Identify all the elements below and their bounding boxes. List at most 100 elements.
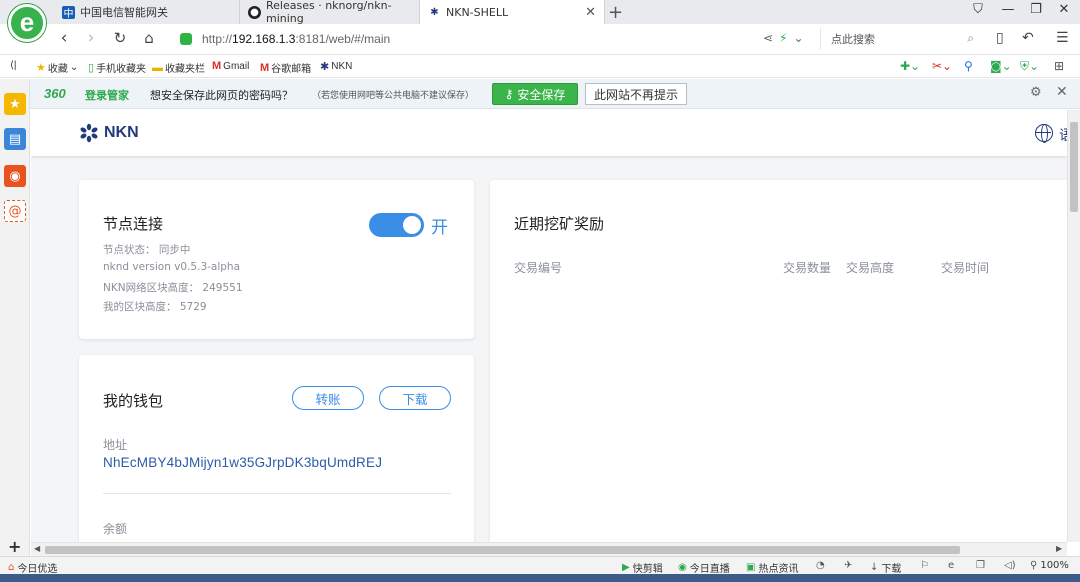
horizontal-scrollbar[interactable]: ◀ ▶ bbox=[31, 542, 1067, 556]
back-button[interactable]: ‹ bbox=[53, 28, 75, 48]
refresh-button[interactable]: ↻ bbox=[109, 29, 131, 47]
wallet-title: 我的钱包 bbox=[103, 392, 164, 410]
360-logo: 360 bbox=[44, 86, 66, 101]
public-pc-note: （若您使用网吧等公共电脑不建议保存） bbox=[312, 91, 475, 101]
bookmark-gmail[interactable]: M Gmail bbox=[212, 60, 249, 72]
gift-icon: ⌂ bbox=[8, 562, 15, 573]
gmail-icon: M bbox=[212, 60, 222, 72]
search-input[interactable]: 点此搜索 ⌕ bbox=[820, 28, 980, 50]
language-label[interactable]: 语 bbox=[1059, 125, 1067, 145]
bookmark-favorites[interactable]: ★ 收藏 ⌄ bbox=[36, 60, 78, 75]
safe-save-button[interactable]: ⚷ 安全保存 bbox=[492, 83, 578, 105]
weibo-icon[interactable]: ◉ bbox=[4, 165, 26, 187]
forward-button[interactable]: › bbox=[80, 28, 102, 48]
share-icon[interactable]: ⋖⚡⌄ bbox=[763, 31, 810, 45]
folder-icon: ▬ bbox=[152, 61, 163, 74]
pin-icon[interactable]: ✈ bbox=[844, 560, 852, 571]
transfer-button[interactable]: 转账 bbox=[292, 386, 364, 410]
tab-label: 中国电信智能网关 bbox=[80, 6, 168, 19]
gear-icon[interactable]: ⚙ bbox=[1030, 85, 1042, 100]
horizontal-scroll-thumb[interactable] bbox=[45, 546, 960, 554]
zoom-icon: ⚲ bbox=[1030, 560, 1038, 571]
hot-news[interactable]: ▣ 热点资讯 bbox=[746, 560, 798, 575]
bookmark-nkn[interactable]: ✱ NKN bbox=[320, 60, 352, 73]
column-tx-id: 交易编号 bbox=[514, 261, 563, 275]
globe-icon[interactable] bbox=[1035, 124, 1053, 143]
scissors-icon[interactable]: ✂⌄ bbox=[932, 59, 952, 73]
wallet-card: 我的钱包 转账 下载 地址 NhEcMBY4bJMijyn1w35GJrpDK3… bbox=[79, 355, 474, 542]
mining-rewards-card: 近期挖矿奖励 交易编号 交易数量 交易高度 交易时间 bbox=[490, 180, 1067, 542]
apps-icon[interactable]: ⊞ bbox=[1054, 59, 1064, 73]
tab-nkn-shell[interactable]: ✱ NKN-SHELL ✕ bbox=[420, 0, 605, 24]
translate-icon[interactable]: ✚⌄ bbox=[900, 59, 920, 73]
tab-label: NKN-SHELL bbox=[446, 5, 509, 19]
gmail-icon: M bbox=[260, 61, 270, 74]
ie-icon[interactable]: e bbox=[948, 560, 954, 571]
url-input[interactable]: http:// 192.168.1.3 :8181/web/#/main bbox=[180, 28, 810, 50]
reading-list-icon[interactable]: ▤ bbox=[4, 128, 26, 150]
download-button[interactable]: 下载 bbox=[379, 386, 451, 410]
close-icon[interactable]: ✕ bbox=[585, 5, 596, 20]
nkn-logo[interactable]: NKN bbox=[79, 123, 139, 143]
minimize-icon[interactable]: — bbox=[998, 2, 1018, 17]
close-icon[interactable]: ✕ bbox=[1056, 84, 1068, 100]
toggle-knob bbox=[403, 216, 421, 234]
add-sidebar-button[interactable]: + bbox=[8, 537, 21, 556]
favorites-star-icon[interactable]: ★ bbox=[4, 93, 26, 115]
scroll-left-icon[interactable]: ◀ bbox=[34, 544, 40, 553]
divider bbox=[103, 493, 451, 494]
flag-icon[interactable]: ⚐ bbox=[920, 560, 929, 571]
home-button[interactable]: ⌂ bbox=[138, 29, 160, 47]
window-close-icon[interactable]: ✕ bbox=[1054, 2, 1074, 17]
quick-edit[interactable]: ▶ 快剪辑 bbox=[622, 560, 663, 575]
title-bar: 中 中国电信智能网关 ● Releases · nknorg/nkn-minin… bbox=[0, 0, 1080, 25]
star-icon: ★ bbox=[36, 62, 46, 74]
today-picks[interactable]: ⌂ 今日优选 bbox=[8, 560, 57, 575]
never-prompt-button[interactable]: 此网站不再提示 bbox=[585, 83, 687, 105]
bookmark-bar-folder[interactable]: ▬ 收藏夹栏 bbox=[152, 60, 205, 76]
address-bar: ‹ › ↻ ⌂ http:// 192.168.1.3 :8181/web/#/… bbox=[0, 24, 1080, 55]
node-status: 节点状态： 同步中 bbox=[103, 244, 191, 256]
vertical-scrollbar[interactable] bbox=[1067, 110, 1080, 542]
nkn-logo-icon bbox=[80, 123, 98, 143]
status-bar: ⌂ 今日优选 ▶ 快剪辑 ◉ 今日直播 ▣ 热点资讯 ◔ ✈ ↓ 下载 ⚐ e ❐ ◁) … bbox=[0, 556, 1080, 575]
lightning-icon[interactable]: ⚡ bbox=[779, 31, 793, 45]
window-icon[interactable]: ❐ bbox=[976, 560, 985, 571]
tab-telecom[interactable]: 中 中国电信智能网关 bbox=[54, 0, 240, 24]
today-live[interactable]: ◉ 今日直播 bbox=[678, 560, 730, 575]
game-icon[interactable]: ◙⌄ bbox=[990, 59, 1012, 73]
search-tool-icon[interactable]: ⚲ bbox=[964, 59, 973, 73]
download-icon: ↓ bbox=[870, 562, 879, 573]
network-block-height: NKN网络区块高度： 249551 bbox=[103, 282, 243, 294]
app-header: NKN 语 bbox=[31, 110, 1067, 156]
new-tab-button[interactable]: + bbox=[608, 2, 623, 23]
tab-github[interactable]: ● Releases · nknorg/nkn-mining bbox=[240, 0, 420, 25]
search-icon[interactable]: ⌕ bbox=[967, 31, 974, 46]
taskbar bbox=[0, 574, 1080, 582]
scroll-right-icon[interactable]: ▶ bbox=[1056, 544, 1062, 553]
chevron-down-icon: ⌄ bbox=[69, 62, 79, 73]
skin-icon[interactable]: ⛉ bbox=[968, 2, 988, 17]
node-toggle[interactable] bbox=[369, 213, 424, 237]
sidebar-toggle-icon[interactable]: ⟨| bbox=[10, 60, 17, 71]
column-tx-amount: 交易数量 bbox=[783, 261, 832, 275]
bookmark-google-mail[interactable]: M 谷歌邮箱 bbox=[260, 60, 311, 76]
browser-logo[interactable]: e bbox=[8, 4, 46, 42]
speed-icon[interactable]: ◔ bbox=[816, 560, 825, 571]
downloads[interactable]: ↓ 下载 bbox=[870, 560, 901, 575]
mail-icon[interactable]: @ bbox=[4, 200, 26, 222]
zoom-level[interactable]: ⚲ 100% bbox=[1030, 560, 1069, 571]
volume-icon[interactable]: ◁) bbox=[1004, 560, 1016, 571]
mining-rewards-title: 近期挖矿奖励 bbox=[514, 215, 605, 233]
telecom-icon: 中 bbox=[62, 5, 75, 20]
nkn-icon: ✱ bbox=[430, 6, 439, 18]
vertical-scroll-thumb[interactable] bbox=[1070, 122, 1078, 212]
play-icon: ▶ bbox=[622, 562, 630, 573]
secure-shield-icon bbox=[180, 33, 192, 45]
shield-icon[interactable]: ⛨⌄ bbox=[1020, 59, 1039, 74]
undo-icon[interactable]: ↶ bbox=[1022, 30, 1034, 46]
restore-icon[interactable]: ❐ bbox=[1026, 2, 1046, 17]
bookmark-mobile[interactable]: ▯ 手机收藏夹 bbox=[88, 60, 146, 75]
phone-icon[interactable]: ▯ bbox=[996, 30, 1004, 46]
menu-icon[interactable]: ☰ bbox=[1056, 30, 1069, 46]
